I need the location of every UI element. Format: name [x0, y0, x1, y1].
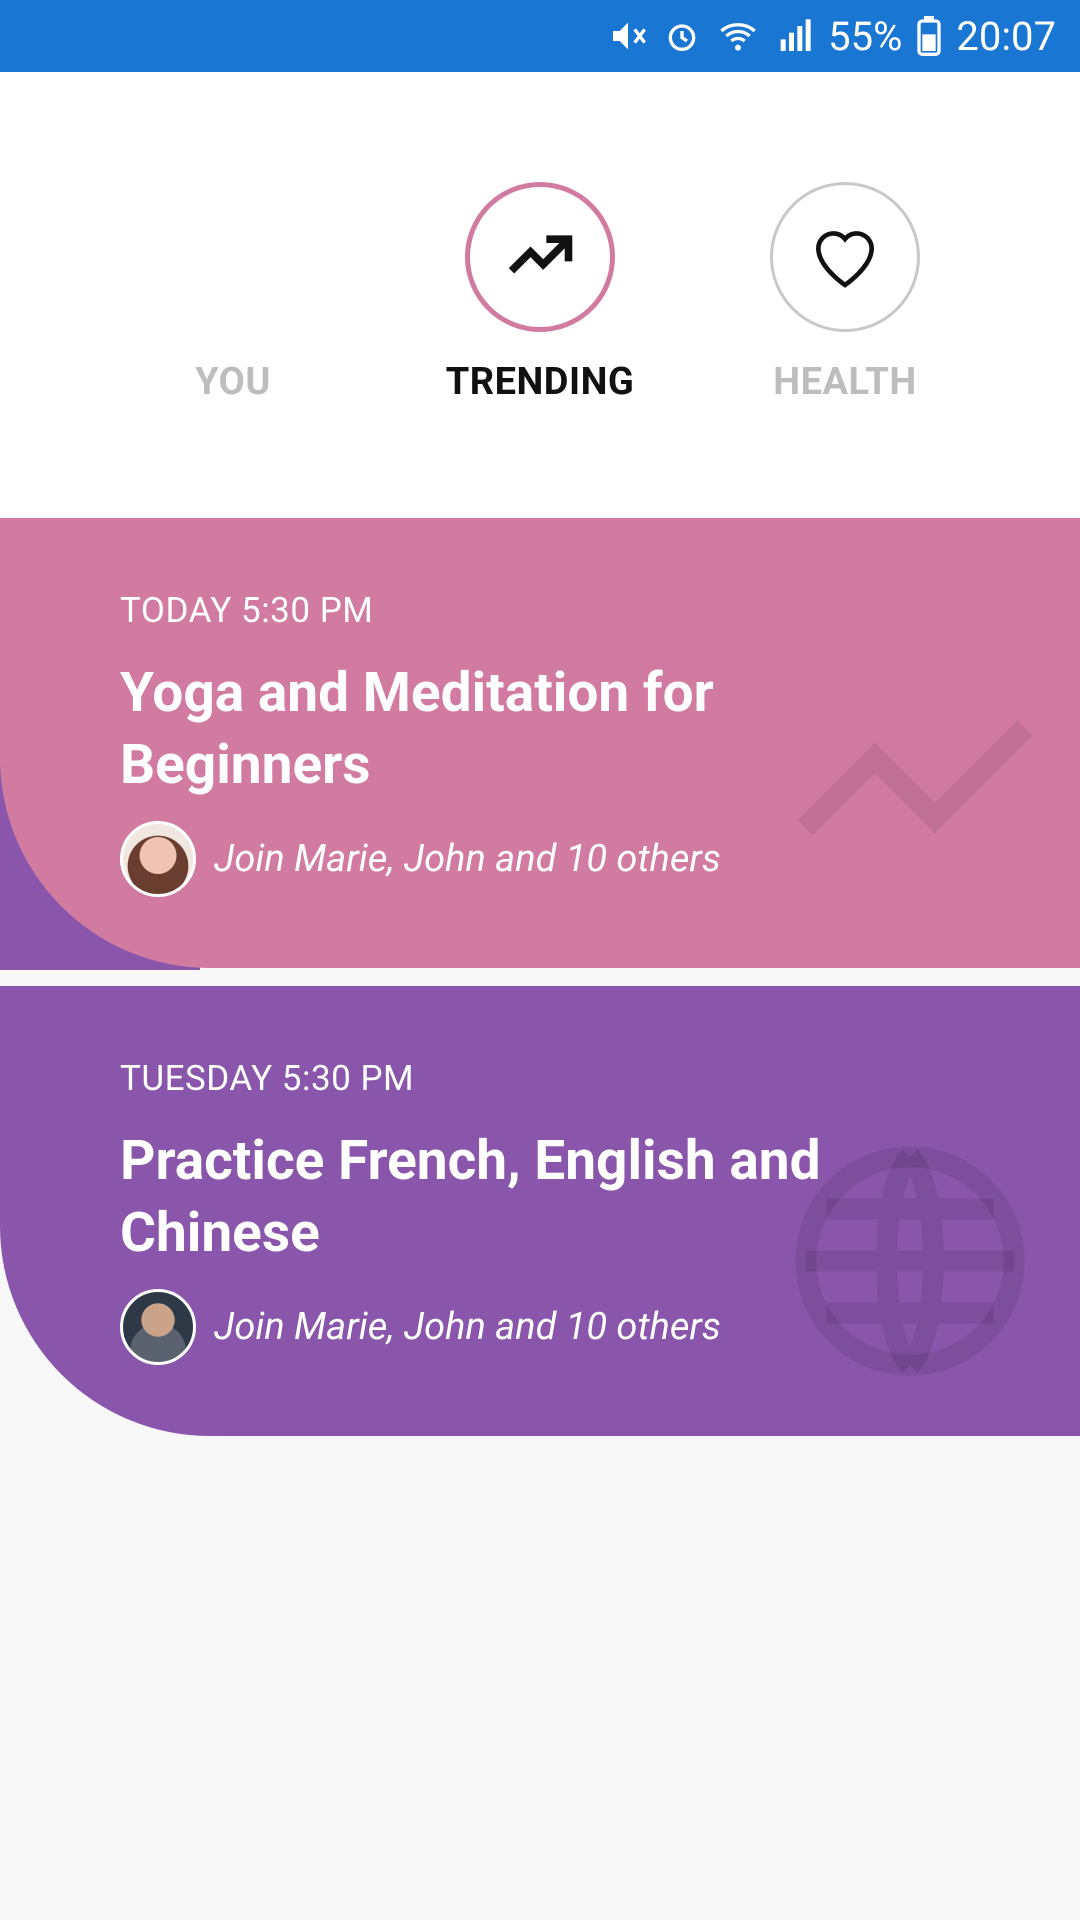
mute-icon [608, 16, 648, 56]
event-card[interactable]: TUESDAY 5:30 PM Practice French, English… [0, 986, 1080, 1436]
join-row[interactable]: Join Marie, John and 10 others [120, 821, 880, 897]
user-avatar[interactable] [158, 182, 308, 332]
trending-circle[interactable] [465, 182, 615, 332]
trending-up-icon [502, 217, 578, 297]
event-title: Practice French, English and Chinese [120, 1129, 821, 1265]
clock: 20:07 [956, 12, 1056, 60]
tab-you[interactable]: YOU [123, 182, 343, 404]
heart-icon [805, 215, 885, 299]
event-time: TODAY 5:30 PM [120, 590, 374, 631]
tab-label-trending: TRENDING [445, 360, 635, 404]
health-circle[interactable] [770, 182, 920, 332]
status-bar: 55% 20:07 [0, 0, 1080, 72]
avatar [120, 821, 196, 897]
category-tabs: YOU TRENDING HEALTH [0, 182, 1080, 412]
tab-label-health: HEALTH [773, 360, 917, 404]
join-row[interactable]: Join Marie, John and 10 others [120, 1289, 880, 1365]
event-time: TUESDAY 5:30 PM [120, 1058, 415, 1099]
join-text: Join Marie, John and 10 others [214, 1305, 721, 1349]
signal-icon [774, 16, 814, 56]
tab-health[interactable]: HEALTH [735, 182, 955, 404]
tab-trending[interactable]: TRENDING [430, 182, 650, 404]
alarm-icon [662, 16, 702, 56]
tab-label-you: YOU [195, 360, 271, 404]
avatar [120, 1289, 196, 1365]
battery-percent: 55% [828, 12, 903, 60]
battery-icon [916, 16, 942, 56]
event-card[interactable]: TODAY 5:30 PM Yoga and Meditation for Be… [0, 518, 1080, 968]
join-text: Join Marie, John and 10 others [214, 837, 721, 881]
event-title: Yoga and Meditation for Beginners [120, 661, 714, 797]
wifi-icon [716, 16, 760, 56]
